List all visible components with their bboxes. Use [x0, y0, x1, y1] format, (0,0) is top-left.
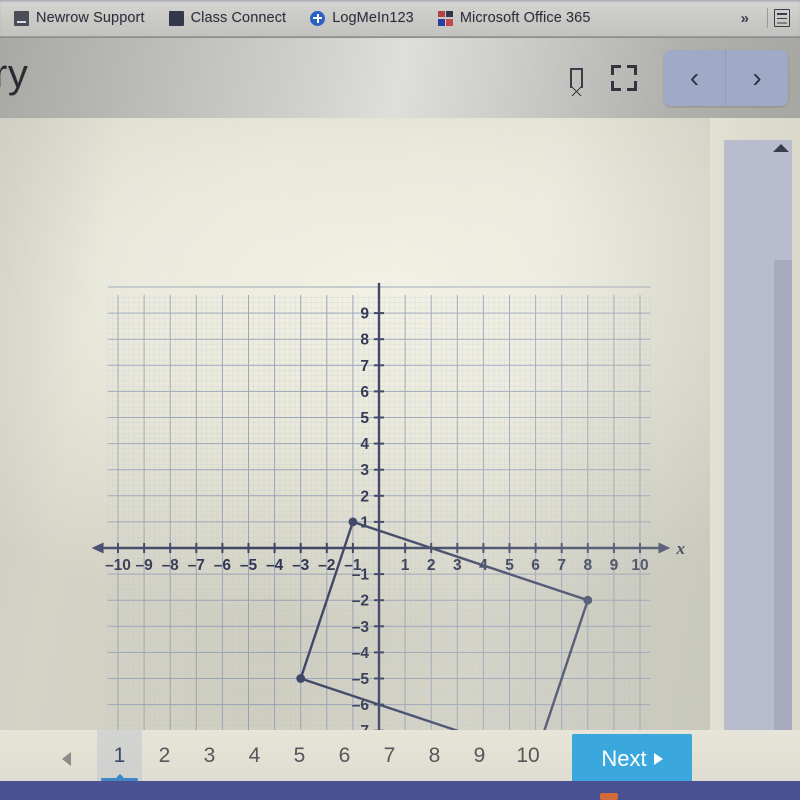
x-tick-label--4: –4 [266, 557, 284, 574]
newrow-favicon [14, 10, 29, 26]
x-tick-label-5: 5 [505, 557, 514, 574]
x-tick-label--2: –2 [318, 557, 335, 574]
vertical-scrollbar-track[interactable] [724, 140, 792, 730]
y-tick-label-4: 4 [360, 436, 369, 453]
screen-root: Newrow Support Class Connect LogMeIn123 … [0, 0, 800, 800]
y-tick-label--1: –1 [352, 567, 370, 584]
bookmark-label: LogMeIn123 [332, 10, 414, 26]
prev-page-button[interactable]: ‹ [664, 50, 726, 106]
fullscreen-button[interactable] [600, 54, 648, 102]
next-button[interactable]: Next [572, 734, 692, 784]
page-number-list: 1 2 3 4 5 6 7 8 9 10 [97, 730, 554, 788]
coordinate-plane-svg: –10 –9 –8 –7 –6 –5 –4 –3 –2 –1 1 2 3 4 5 6 7 8 9 1098765432… [91, 282, 685, 730]
pagination-bar: 1 2 3 4 5 6 7 8 9 10 Next [0, 730, 800, 788]
x-tick-label-2: 2 [427, 557, 436, 574]
vertex-point-3 [296, 674, 306, 683]
y-tick-label--2: –2 [352, 593, 369, 610]
y-tick-label-1: 1 [360, 514, 369, 531]
y-tick-label--7: –7 [352, 723, 369, 730]
bookmark-button[interactable] [552, 54, 600, 102]
y-tick-label-7: 7 [360, 358, 369, 375]
bookmarks-overflow-group: » [729, 8, 800, 28]
browser-bookmarks-bar: Newrow Support Class Connect LogMeIn123 … [0, 0, 800, 37]
bookmark-logmein123[interactable]: LogMeIn123 [310, 10, 414, 26]
worksheet-content: –10 –9 –8 –7 –6 –5 –4 –3 –2 –1 1 2 3 4 5 6 7 8 9 10 9 8 7 6 5 4 3 2… [0, 118, 800, 730]
bookmark-newrow-support[interactable]: Newrow Support [14, 10, 145, 26]
x-tick-label--3: –3 [292, 557, 310, 574]
x-axis-arrow [658, 542, 671, 554]
page-number-8[interactable]: 8 [412, 730, 457, 788]
os-taskbar [0, 781, 800, 800]
y-tick-label--4: –4 [352, 645, 370, 662]
taskbar-app-indicator [600, 793, 618, 800]
bookmark-icon [569, 68, 583, 96]
y-tick-label-8: 8 [360, 332, 369, 349]
x-tick-label-1: 1 [401, 557, 410, 574]
page-number-9[interactable]: 9 [457, 730, 502, 788]
logmein-favicon [310, 10, 326, 26]
y-tick-label--3: –3 [352, 619, 370, 636]
y-tick-label--5: –5 [352, 671, 370, 688]
page-number-6[interactable]: 6 [322, 730, 367, 788]
y-tick-label-6: 6 [360, 384, 369, 401]
browser-menu-icon[interactable] [774, 9, 790, 27]
x-tick-label--8: –8 [162, 557, 180, 574]
x-tick-label-7: 7 [557, 557, 566, 574]
page-number-4[interactable]: 4 [232, 730, 277, 788]
page-number-7[interactable]: 7 [367, 730, 412, 788]
toolbar-divider [767, 8, 768, 28]
vertical-scrollbar-thumb[interactable] [774, 260, 792, 730]
x-axis-arrow-left [91, 542, 104, 554]
next-arrow-icon [653, 753, 663, 765]
chevron-double-right-icon[interactable]: » [729, 10, 761, 27]
classconnect-favicon [168, 10, 184, 26]
page-number-3[interactable]: 3 [187, 730, 232, 788]
page-title: ry [0, 52, 29, 96]
vertex-point-1 [583, 595, 593, 605]
y-tick-label-2: 2 [360, 488, 369, 505]
x-tick-label-10: 10 [631, 557, 648, 574]
next-page-button[interactable]: › [726, 50, 788, 106]
page-number-10[interactable]: 10 [502, 730, 554, 788]
x-tick-label-9: 9 [610, 557, 619, 574]
next-button-label: Next [601, 746, 647, 771]
app-toolbar: ry ‹ › [0, 37, 800, 118]
scroll-up-arrow-icon[interactable] [773, 144, 789, 152]
x-tick-label-3: 3 [453, 557, 462, 574]
y-tick-label-9: 9 [360, 306, 369, 323]
x-tick-label--7: –7 [188, 557, 205, 574]
fullscreen-expand-icon [611, 65, 637, 91]
x-tick-label--6: –6 [214, 557, 232, 574]
scroll-region [710, 118, 800, 730]
nav-button-pair: ‹ › [664, 50, 788, 106]
y-tick-label-5: 5 [360, 410, 369, 427]
bookmark-microsoft-office-365[interactable]: Microsoft Office 365 [437, 10, 591, 26]
x-tick-label-8: 8 [583, 557, 592, 574]
coordinate-graph: –10 –9 –8 –7 –6 –5 –4 –3 –2 –1 1 2 3 4 5 6 7 8 9 10 9 8 7 6 5 4 3 2… [0, 118, 700, 730]
x-tick-label--9: –9 [135, 557, 153, 574]
x-tick-label-6: 6 [531, 557, 540, 574]
toolbar-actions: ‹ › [552, 50, 788, 106]
x-tick-label--10: –10 [105, 557, 131, 574]
bookmark-class-connect[interactable]: Class Connect [168, 10, 287, 26]
page-number-2[interactable]: 2 [142, 730, 187, 788]
page-number-5[interactable]: 5 [277, 730, 322, 788]
y-tick-label-3: 3 [360, 462, 369, 479]
x-axis-label: x [675, 539, 685, 558]
x-tick-label--5: –5 [240, 557, 258, 574]
page-prev-arrow-icon[interactable] [62, 752, 71, 766]
bookmark-label: Microsoft Office 365 [459, 10, 591, 26]
bookmark-label: Newrow Support [36, 10, 145, 26]
vertex-point-0 [348, 517, 358, 527]
page-number-1[interactable]: 1 [97, 730, 142, 788]
office365-favicon [437, 10, 453, 26]
bookmark-label: Class Connect [190, 10, 287, 26]
